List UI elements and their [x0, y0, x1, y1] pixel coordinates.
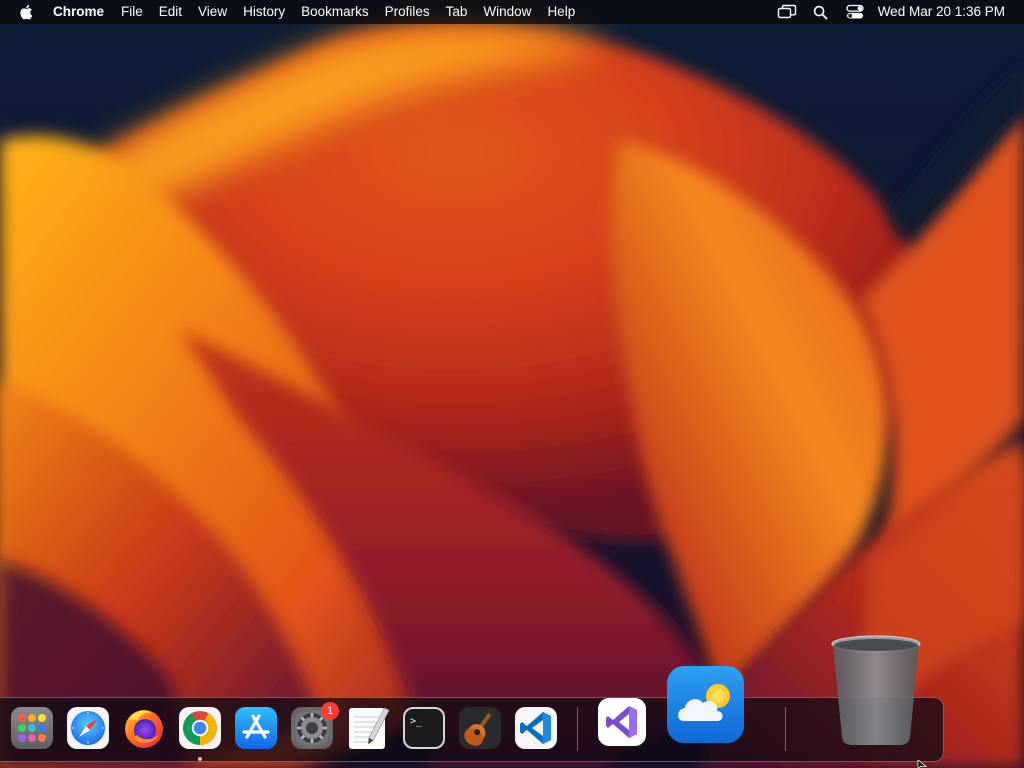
dock-divider-2 — [785, 707, 786, 751]
menu-bar-clock[interactable]: Wed Mar 20 1:36 PM — [878, 0, 1005, 24]
menu-bar: Chrome File Edit View History Bookmarks … — [0, 0, 1024, 24]
app-store-icon[interactable] — [233, 705, 279, 751]
menu-bookmarks[interactable]: Bookmarks — [293, 0, 377, 24]
system-settings-badge: 1 — [321, 702, 339, 720]
menu-help[interactable]: Help — [539, 0, 583, 24]
menu-app-name[interactable]: Chrome — [53, 0, 113, 24]
visual-studio-icon[interactable] — [597, 697, 647, 747]
screen-mirroring-icon[interactable] — [776, 3, 798, 21]
menu-view[interactable]: View — [190, 0, 235, 24]
menu-history[interactable]: History — [235, 0, 293, 24]
launchpad-icon[interactable] — [9, 705, 55, 751]
control-center-icon[interactable] — [844, 3, 866, 21]
terminal-icon[interactable]: >_ — [401, 705, 447, 751]
menu-edit[interactable]: Edit — [151, 0, 190, 24]
menu-file[interactable]: File — [113, 0, 151, 24]
menu-profiles[interactable]: Profiles — [377, 0, 438, 24]
safari-icon[interactable] — [65, 705, 111, 751]
menu-tab[interactable]: Tab — [438, 0, 476, 24]
menu-window[interactable]: Window — [475, 0, 539, 24]
mouse-pointer-icon — [917, 760, 927, 768]
trash-icon[interactable] — [830, 633, 922, 747]
dock-divider — [577, 707, 578, 751]
apple-menu-icon[interactable] — [19, 4, 33, 20]
textedit-icon[interactable] — [345, 705, 391, 751]
chrome-running-indicator — [198, 757, 202, 761]
svg-text:>_: >_ — [410, 716, 423, 727]
weather-icon[interactable] — [666, 665, 745, 744]
chrome-icon[interactable] — [177, 705, 223, 751]
firefox-icon[interactable] — [121, 705, 167, 751]
vscode-icon[interactable] — [513, 705, 559, 751]
search-icon[interactable] — [810, 3, 832, 21]
desktop: Chrome File Edit View History Bookmarks … — [0, 0, 1024, 768]
garageband-icon[interactable] — [457, 705, 503, 751]
